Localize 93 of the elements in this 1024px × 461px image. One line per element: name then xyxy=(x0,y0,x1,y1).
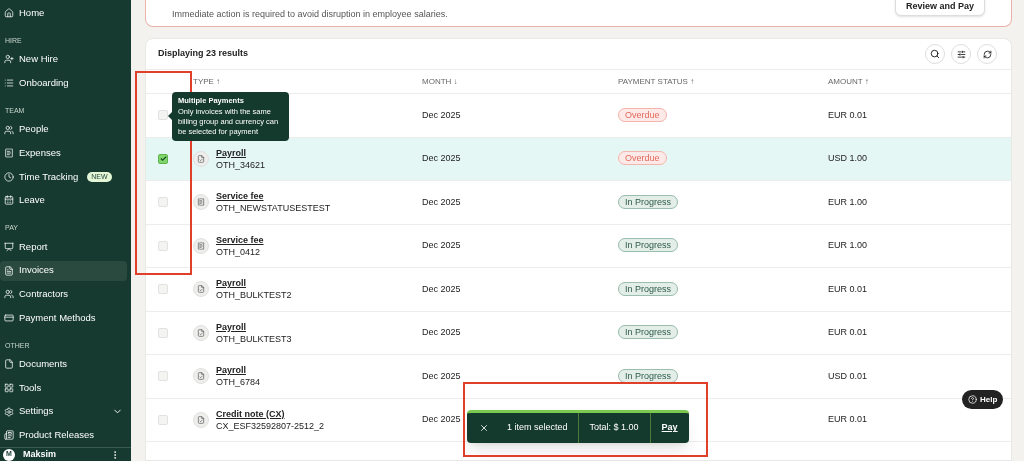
pay-link[interactable]: Pay xyxy=(649,413,689,443)
type-link[interactable]: Payroll xyxy=(216,364,261,377)
document-icon xyxy=(4,265,14,276)
sidebar-item[interactable]: Documents xyxy=(0,354,127,375)
amount-text: USD 0.01 xyxy=(828,370,868,381)
reference-text: OTH_34621 xyxy=(216,158,266,171)
sidebar-item[interactable]: Payment Methods xyxy=(0,307,127,328)
sidebar-item[interactable]: Invoices xyxy=(0,260,127,281)
settings-icon xyxy=(4,406,14,417)
column-header[interactable]: PAYMENT STATUS ↑ xyxy=(618,76,695,86)
reference-text: OTH_BULKTEST3 xyxy=(216,332,292,345)
sidebar-item[interactable]: Product Releases xyxy=(0,425,127,446)
grid-icon xyxy=(4,382,14,393)
reference-text: OTH_BULKTEST2 xyxy=(216,289,292,302)
month-text: Dec 2025 xyxy=(422,414,461,424)
reference-text: OTH_0412 xyxy=(216,245,262,258)
selected-count: 1 item selected xyxy=(507,421,569,435)
close-icon[interactable] xyxy=(479,423,489,433)
document-icon xyxy=(193,281,209,298)
status-badge: In Progress xyxy=(618,238,679,252)
column-header[interactable]: AMOUNT ↑ xyxy=(828,76,869,86)
results-count: Displaying 23 results xyxy=(158,47,249,61)
status-badge: In Progress xyxy=(618,368,679,383)
help-button[interactable]: Help xyxy=(962,390,1004,409)
month-text: Dec 2025 xyxy=(422,327,461,337)
reference-text: OTH_6784 xyxy=(216,376,261,389)
total-text: Total: $ 1.00 xyxy=(577,413,650,443)
sidebar-item[interactable]: Contractors xyxy=(0,284,127,305)
type-link[interactable]: Payroll xyxy=(216,320,292,333)
sidebar-item[interactable]: Report xyxy=(0,236,127,257)
refresh-icon xyxy=(982,49,992,59)
document-icon xyxy=(193,237,209,254)
home-icon xyxy=(4,7,14,18)
sidebar-item[interactable]: Leave xyxy=(0,190,127,211)
reference-text: CX_ESF32592807-2512_2 xyxy=(216,419,325,432)
month-text: Dec 2025 xyxy=(422,109,461,120)
sidebar-item[interactable]: Settings xyxy=(0,401,127,422)
status-badge: Overdue xyxy=(618,107,667,122)
amount-text: EUR 1.00 xyxy=(828,196,868,207)
review-and-pay-button[interactable]: Review and Pay xyxy=(894,0,985,16)
presentation-icon xyxy=(4,241,14,252)
month-text: Dec 2025 xyxy=(422,153,461,163)
type-link[interactable]: Payroll xyxy=(216,146,266,159)
type-link[interactable]: Payroll xyxy=(216,277,292,290)
amount-text: EUR 0.01 xyxy=(828,414,868,424)
check-icon xyxy=(159,155,167,163)
search-icon xyxy=(930,49,940,59)
people-icon xyxy=(4,124,14,135)
column-header[interactable]: MONTH ↓ xyxy=(422,76,458,86)
row-checkbox[interactable] xyxy=(158,153,168,164)
amount-text: EUR 0.01 xyxy=(828,283,868,294)
document-icon xyxy=(193,324,209,341)
people-icon xyxy=(4,289,14,300)
type-link[interactable]: Service fee xyxy=(216,233,264,246)
sidebar-item[interactable]: Tools xyxy=(0,377,127,398)
month-text: Dec 2025 xyxy=(422,240,461,250)
month-text: Dec 2025 xyxy=(422,370,461,381)
card-icon xyxy=(4,312,14,323)
sidebar-item[interactable]: Onboarding xyxy=(0,73,127,93)
type-link[interactable]: Service fee xyxy=(216,190,331,203)
status-badge: In Progress xyxy=(618,194,679,209)
status-badge: In Progress xyxy=(618,325,679,339)
user-name: Maksim xyxy=(23,447,57,461)
status-badge: In Progress xyxy=(618,281,679,296)
reference-text: OTH_NEWSTATUSESTEST xyxy=(216,202,331,215)
help-icon xyxy=(968,395,977,404)
file-icon xyxy=(4,359,14,370)
sidebar-item[interactable]: Expenses xyxy=(0,143,127,164)
add-user-icon xyxy=(4,54,14,65)
amount-text: EUR 0.01 xyxy=(828,327,868,337)
month-text: Dec 2025 xyxy=(422,283,461,294)
amount-text: EUR 0.01 xyxy=(828,109,868,120)
status-badge: Overdue xyxy=(618,151,667,165)
type-link[interactable]: Credit note (CX) xyxy=(216,407,325,420)
month-text: Dec 2025 xyxy=(422,196,461,207)
table-row[interactable]: Payroll OTH_34621 Dec 2025 Overdue USD 1.00 xyxy=(146,137,1011,181)
receipt-icon xyxy=(4,148,14,159)
alert-message: Immediate action is required to avoid disruption in employee salaries. xyxy=(172,7,448,21)
sidebar-item[interactable]: People xyxy=(0,119,127,140)
document-icon xyxy=(193,411,209,428)
sidebar-item[interactable]: Home xyxy=(0,2,127,23)
sliders-icon xyxy=(956,49,966,59)
document-icon xyxy=(193,150,209,167)
column-header[interactable]: TYPE ↑ xyxy=(193,76,221,86)
sidebar-item[interactable]: New Hire xyxy=(0,49,127,70)
document-icon xyxy=(193,368,209,385)
document-icon xyxy=(193,194,209,211)
amount-text: EUR 1.00 xyxy=(828,240,868,250)
newspaper-icon xyxy=(4,430,14,441)
calendar-icon xyxy=(4,195,14,206)
amount-text: USD 1.00 xyxy=(828,153,868,163)
clock-icon xyxy=(4,171,14,182)
list-icon xyxy=(4,78,14,88)
